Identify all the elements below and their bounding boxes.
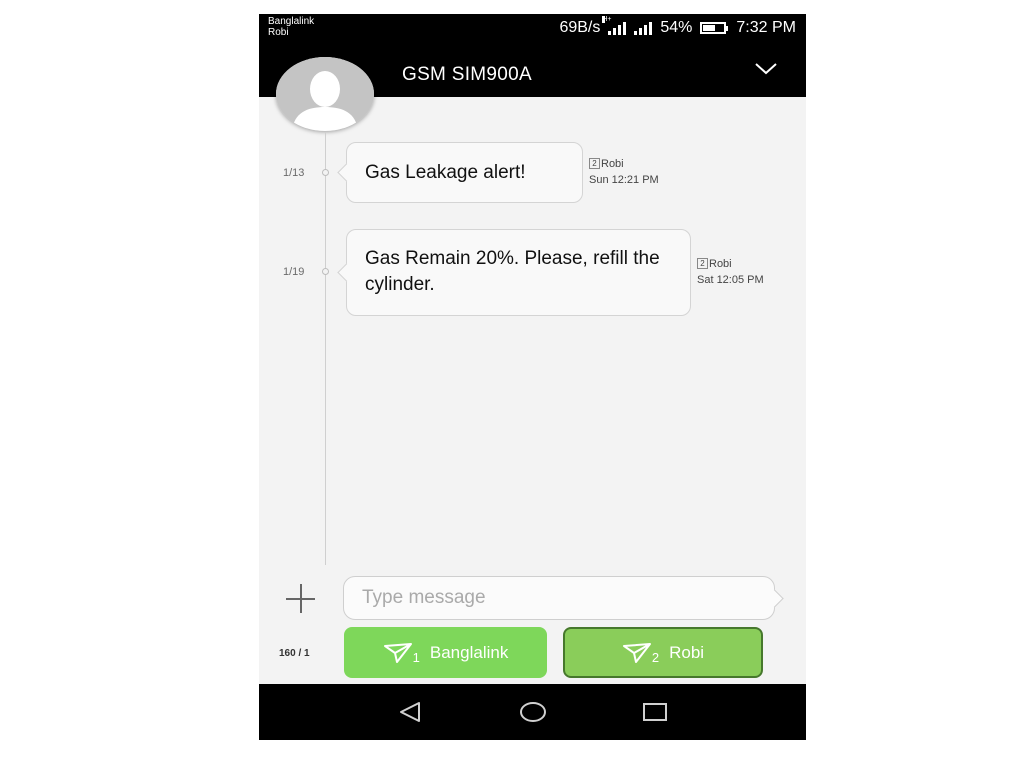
message-meta: 2 Robi Sat 12:05 PM [697, 256, 764, 288]
message-timeline [325, 132, 326, 565]
status-bar: Banglalink Robi 69B/s H+ 54% 7:32 PM [259, 14, 806, 44]
message-timestamp: Sun 12:21 PM [589, 174, 659, 186]
message-counter: 1/19 [283, 266, 305, 278]
plus-icon[interactable] [286, 584, 315, 613]
send-icon [383, 642, 412, 663]
send-sim1-button[interactable]: 1 Banglalink [344, 627, 547, 678]
carrier-names: Banglalink Robi [268, 16, 314, 38]
sim-name: Robi [601, 158, 624, 170]
message-bubble[interactable]: Gas Leakage alert! [346, 142, 583, 203]
status-indicators: 69B/s H+ 54% 7:32 PM [559, 16, 796, 37]
character-counter: 160 / 1 [279, 648, 310, 659]
sim-name: Robi [709, 258, 732, 270]
message-meta: 2 Robi Sun 12:21 PM [589, 156, 659, 188]
chevron-down-icon[interactable] [754, 62, 778, 76]
battery-percent: 54% [660, 19, 693, 36]
send-button-label: Banglalink [429, 642, 509, 662]
carrier-2-label: Robi [268, 27, 289, 38]
contact-name[interactable]: GSM SIM900A [402, 64, 532, 86]
send-button-label: Robi [669, 642, 705, 662]
signal-sim1-icon: H+ [602, 16, 627, 35]
back-triangle-icon[interactable] [397, 701, 425, 723]
message-timestamp: Sat 12:05 PM [697, 274, 764, 286]
message-counter: 1/13 [283, 167, 305, 179]
person-silhouette-icon [276, 57, 374, 131]
send-sim2-button[interactable]: 2 Robi [563, 627, 763, 678]
messaging-app-screen: Banglalink Robi 69B/s H+ 54% 7:32 PM GSM… [259, 14, 806, 740]
message-text: Gas Leakage alert! [365, 162, 526, 183]
signal-sim2-icon [634, 21, 653, 35]
recents-square-icon[interactable] [641, 701, 669, 723]
network-type-label: H+ [602, 16, 612, 23]
timeline-node [322, 268, 329, 275]
sim-slot-number: 1 [412, 650, 420, 665]
network-speed: 69B/s [559, 19, 601, 36]
clock: 7:32 PM [736, 19, 796, 36]
system-nav-bar [259, 684, 806, 740]
sim-slot-badge: 2 [589, 158, 600, 169]
message-text: Gas Remain 20%. Please, refill the cylin… [365, 248, 660, 295]
contact-avatar[interactable] [276, 57, 374, 131]
message-bubble[interactable]: Gas Remain 20%. Please, refill the cylin… [346, 229, 691, 316]
timeline-node [322, 169, 329, 176]
carrier-1-label: Banglalink [268, 16, 315, 27]
home-circle-icon[interactable] [519, 701, 547, 723]
send-icon [622, 642, 651, 663]
battery-icon [700, 22, 729, 34]
sim-slot-badge: 2 [697, 258, 708, 269]
message-input[interactable] [343, 576, 775, 620]
sim-slot-number: 2 [651, 650, 660, 665]
